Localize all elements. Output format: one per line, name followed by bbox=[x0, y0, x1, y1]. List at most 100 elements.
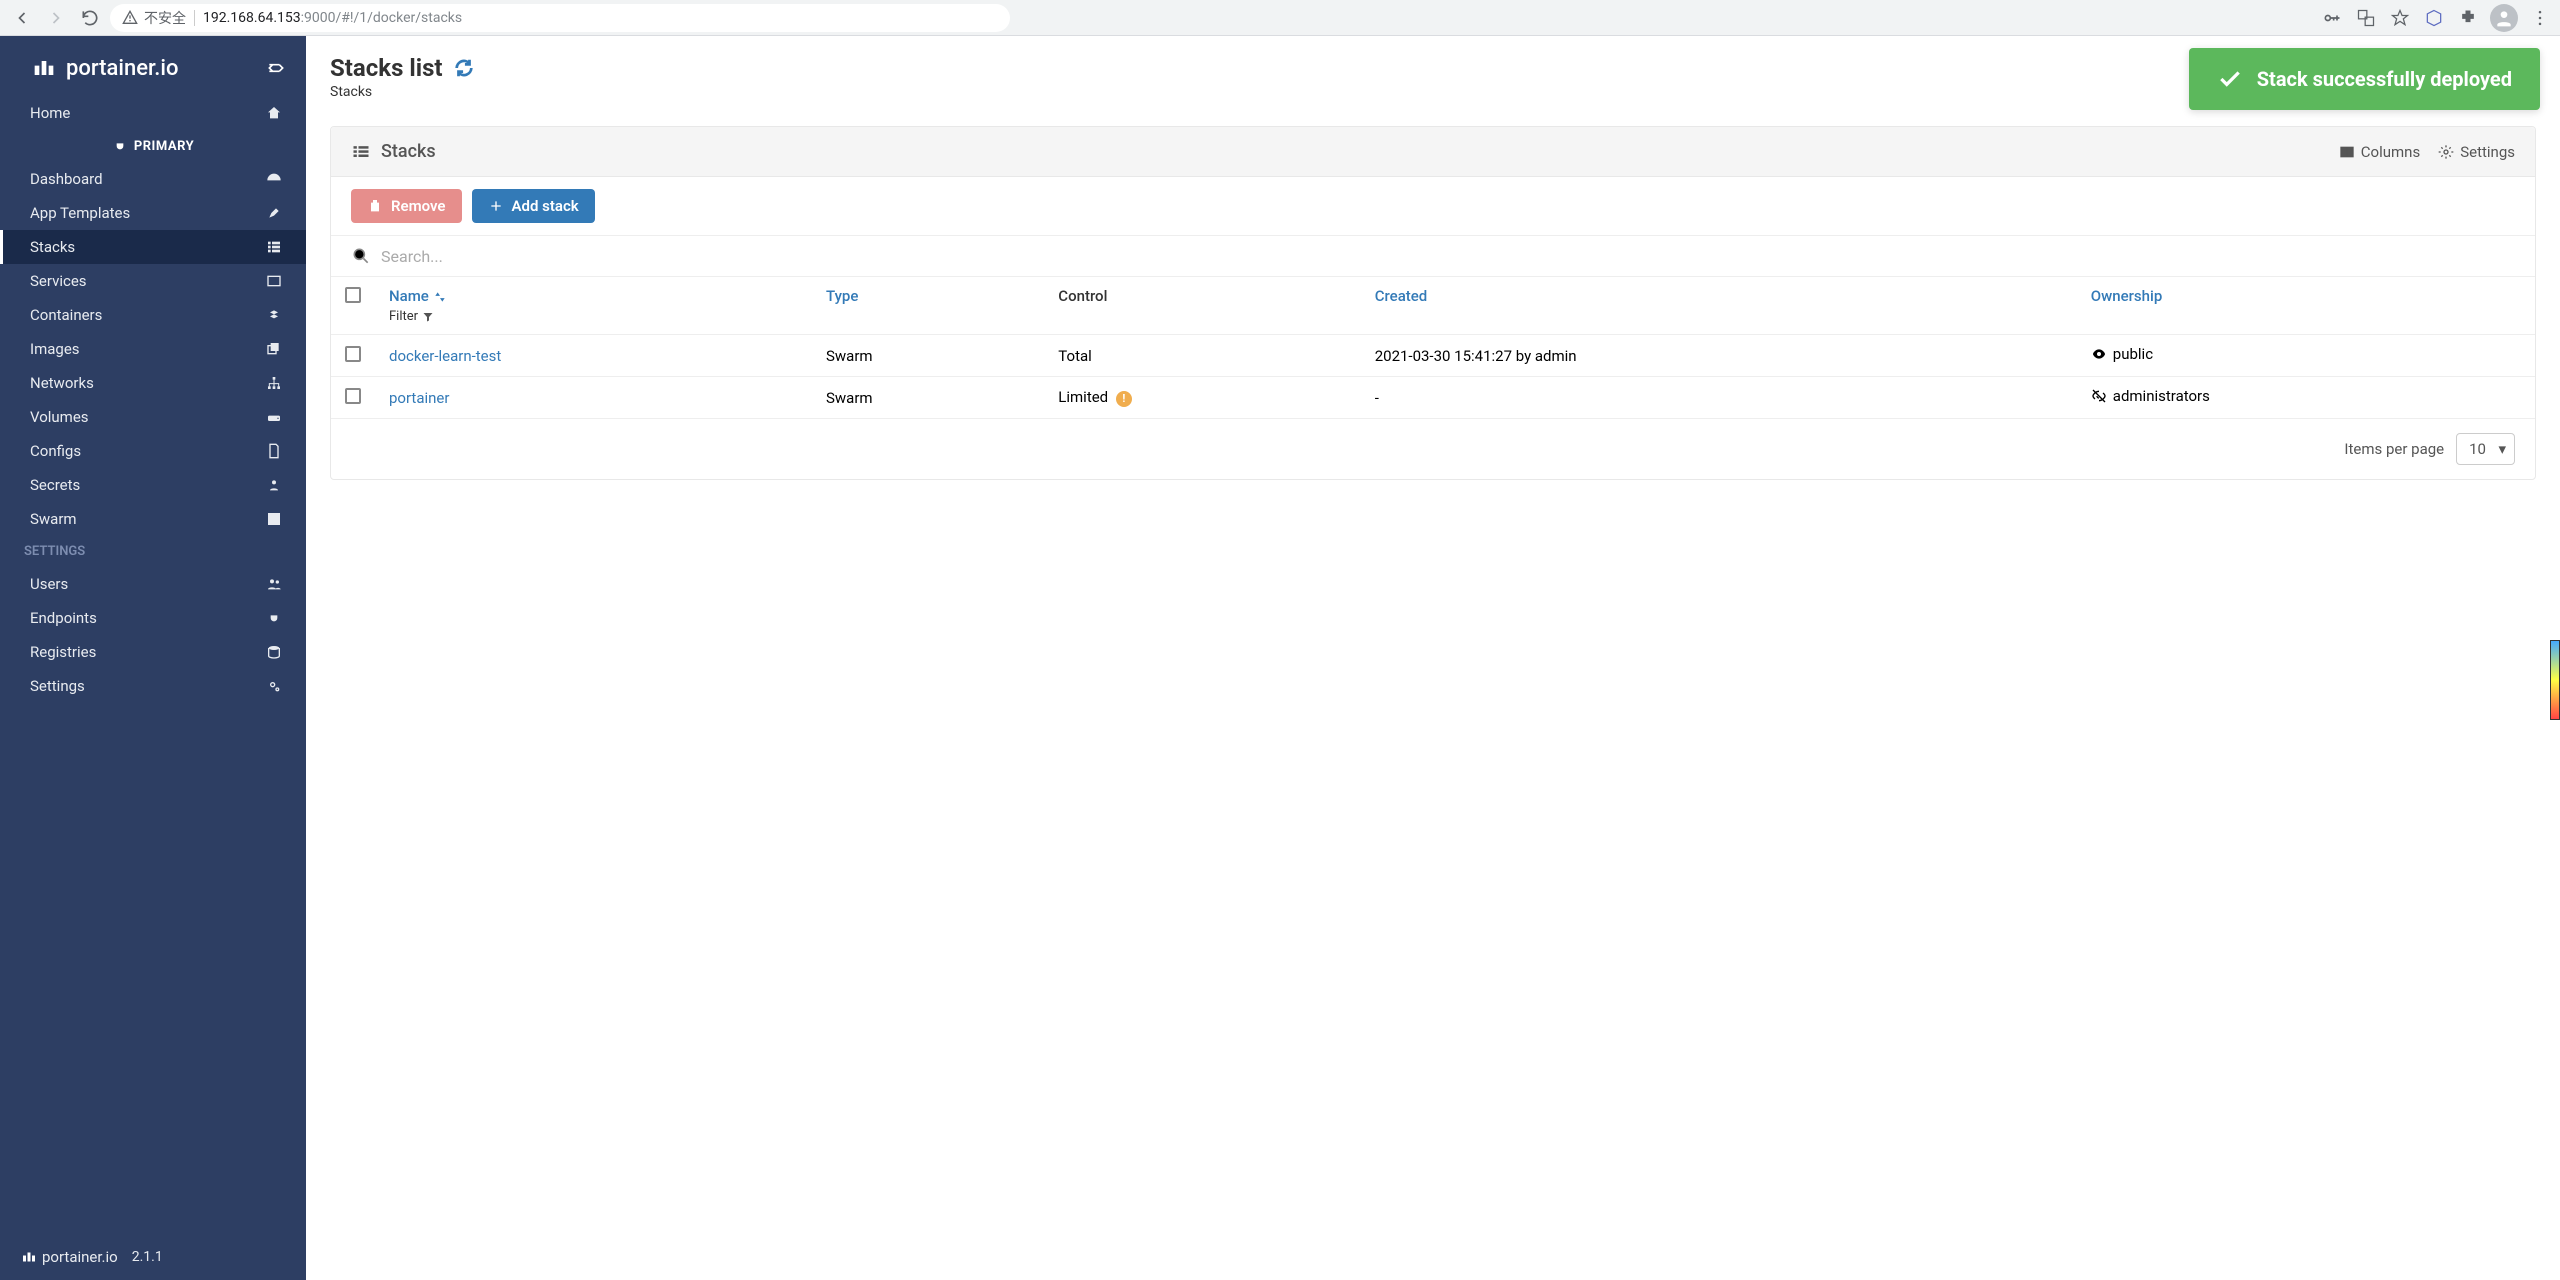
row-checkbox[interactable] bbox=[345, 388, 361, 404]
sidebar-item-label: Registries bbox=[30, 643, 96, 661]
url-text: 192.168.64.153:9000/#!/1/docker/stacks bbox=[203, 10, 462, 26]
sidebar-item-configs[interactable]: Configs bbox=[0, 434, 306, 468]
col-type[interactable]: Type bbox=[812, 277, 1044, 335]
edge-colorbar bbox=[2550, 640, 2560, 720]
table-row: portainerSwarmLimited !- administrators bbox=[331, 377, 2535, 419]
sidebar-item-label: Volumes bbox=[30, 408, 89, 426]
sidebar-item-label: Endpoints bbox=[30, 609, 97, 627]
menu-icon[interactable] bbox=[2528, 6, 2552, 30]
sidebar-footer: portainer.io 2.1.1 bbox=[0, 1234, 306, 1280]
filter-button[interactable]: Filter bbox=[389, 309, 798, 324]
cell-control: Total bbox=[1044, 335, 1360, 377]
sidebar-item-settings[interactable]: Settings bbox=[0, 669, 306, 703]
forward-button[interactable] bbox=[42, 4, 70, 32]
plug-icon bbox=[112, 138, 128, 154]
rocket-icon bbox=[266, 205, 282, 221]
cell-created: 2021-03-30 15:41:27 by admin bbox=[1361, 335, 2077, 377]
select-all-checkbox[interactable] bbox=[345, 287, 361, 303]
back-button[interactable] bbox=[8, 4, 36, 32]
columns-label: Columns bbox=[2361, 143, 2420, 161]
user-secret-icon bbox=[266, 477, 282, 493]
hdd-icon bbox=[266, 409, 282, 425]
settings-button[interactable]: Settings bbox=[2438, 143, 2515, 161]
reload-button[interactable] bbox=[76, 4, 104, 32]
profile-avatar[interactable] bbox=[2490, 4, 2518, 32]
remove-label: Remove bbox=[391, 197, 446, 215]
sidebar-item-label: Networks bbox=[30, 374, 94, 392]
items-per-page-label: Items per page bbox=[2344, 440, 2444, 458]
eye-slash-icon bbox=[2091, 388, 2107, 404]
refresh-icon[interactable] bbox=[453, 57, 475, 79]
footer-brand: portainer.io bbox=[20, 1248, 118, 1266]
clone-icon bbox=[266, 341, 282, 357]
breadcrumb: Stacks bbox=[330, 84, 475, 100]
toast-message: Stack successfully deployed bbox=[2257, 67, 2512, 91]
sidebar-item-endpoints[interactable]: Endpoints bbox=[0, 601, 306, 635]
cell-type: Swarm bbox=[812, 377, 1044, 419]
sidebar-item-home[interactable]: Home bbox=[0, 96, 306, 130]
version-label: 2.1.1 bbox=[132, 1249, 163, 1265]
columns-button[interactable]: Columns bbox=[2339, 143, 2420, 161]
sidebar-item-users[interactable]: Users bbox=[0, 567, 306, 601]
sidebar-item-secrets[interactable]: Secrets bbox=[0, 468, 306, 502]
sidebar-item-stacks[interactable]: Stacks bbox=[0, 230, 306, 264]
star-icon[interactable] bbox=[2388, 6, 2412, 30]
object-group-icon bbox=[266, 511, 282, 527]
sidebar-item-containers[interactable]: Containers bbox=[0, 298, 306, 332]
stack-link[interactable]: docker-learn-test bbox=[389, 347, 501, 365]
cell-control: Limited ! bbox=[1044, 377, 1360, 419]
add-stack-button[interactable]: Add stack bbox=[472, 189, 595, 223]
col-name[interactable]: Name Filter bbox=[375, 277, 812, 335]
success-toast: Stack successfully deployed bbox=[2189, 48, 2540, 110]
settings-section-label: SETTINGS bbox=[0, 536, 306, 567]
sidebar-item-label: Users bbox=[30, 575, 68, 593]
plus-icon bbox=[488, 198, 504, 214]
chevron-down-icon: ▾ bbox=[2498, 440, 2506, 458]
col-ownership[interactable]: Ownership bbox=[2077, 277, 2535, 335]
sidebar-item-dashboard[interactable]: Dashboard bbox=[0, 162, 306, 196]
stack-link[interactable]: portainer bbox=[389, 389, 449, 407]
row-checkbox[interactable] bbox=[345, 346, 361, 362]
col-created[interactable]: Created bbox=[1361, 277, 2077, 335]
remove-button[interactable]: Remove bbox=[351, 189, 462, 223]
gear-icon bbox=[2438, 144, 2454, 160]
search-input[interactable] bbox=[381, 247, 2515, 266]
warn-badge: ! bbox=[1116, 391, 1132, 407]
col-control: Control bbox=[1044, 277, 1360, 335]
items-per-page-select[interactable]: 10 ▾ bbox=[2456, 433, 2515, 465]
translate-icon[interactable] bbox=[2354, 6, 2378, 30]
url-divider bbox=[194, 10, 195, 26]
extensions-icon[interactable] bbox=[2456, 6, 2480, 30]
cell-type: Swarm bbox=[812, 335, 1044, 377]
sidebar-item-label: Stacks bbox=[30, 238, 75, 256]
list-icon bbox=[351, 142, 371, 162]
sidebar-item-images[interactable]: Images bbox=[0, 332, 306, 366]
home-icon bbox=[266, 105, 282, 121]
sidebar-item-networks[interactable]: Networks bbox=[0, 366, 306, 400]
sidebar-item-label: Swarm bbox=[30, 510, 77, 528]
list-alt-icon bbox=[266, 273, 282, 289]
sidebar-item-label: Secrets bbox=[30, 476, 80, 494]
tachometer-icon bbox=[266, 171, 282, 187]
users-icon bbox=[266, 576, 282, 592]
sidebar-item-volumes[interactable]: Volumes bbox=[0, 400, 306, 434]
sidebar-item-label: Dashboard bbox=[30, 170, 103, 188]
url-bar[interactable]: 不安全 192.168.64.153:9000/#!/1/docker/stac… bbox=[110, 4, 1010, 32]
insecure-warning: 不安全 bbox=[122, 8, 186, 28]
sidebar-item-services[interactable]: Services bbox=[0, 264, 306, 298]
main-content: Stacks list Stacks admin log out Stack s… bbox=[306, 36, 2560, 1280]
sidebar-item-label: App Templates bbox=[30, 204, 130, 222]
sidebar-item-swarm[interactable]: Swarm bbox=[0, 502, 306, 536]
sidebar-item-registries[interactable]: Registries bbox=[0, 635, 306, 669]
collapse-icon[interactable] bbox=[266, 58, 286, 78]
sidebar-item-label: Images bbox=[30, 340, 80, 358]
brand-logo[interactable]: portainer.io bbox=[30, 54, 178, 82]
cell-ownership: public bbox=[2077, 335, 2535, 377]
insecure-label: 不安全 bbox=[144, 8, 186, 28]
cell-created: - bbox=[1361, 377, 2077, 419]
sort-icon bbox=[433, 290, 447, 304]
add-label: Add stack bbox=[512, 197, 579, 215]
key-icon[interactable] bbox=[2320, 6, 2344, 30]
sidebar-item-app-templates[interactable]: App Templates bbox=[0, 196, 306, 230]
extension-cube-icon[interactable] bbox=[2422, 6, 2446, 30]
